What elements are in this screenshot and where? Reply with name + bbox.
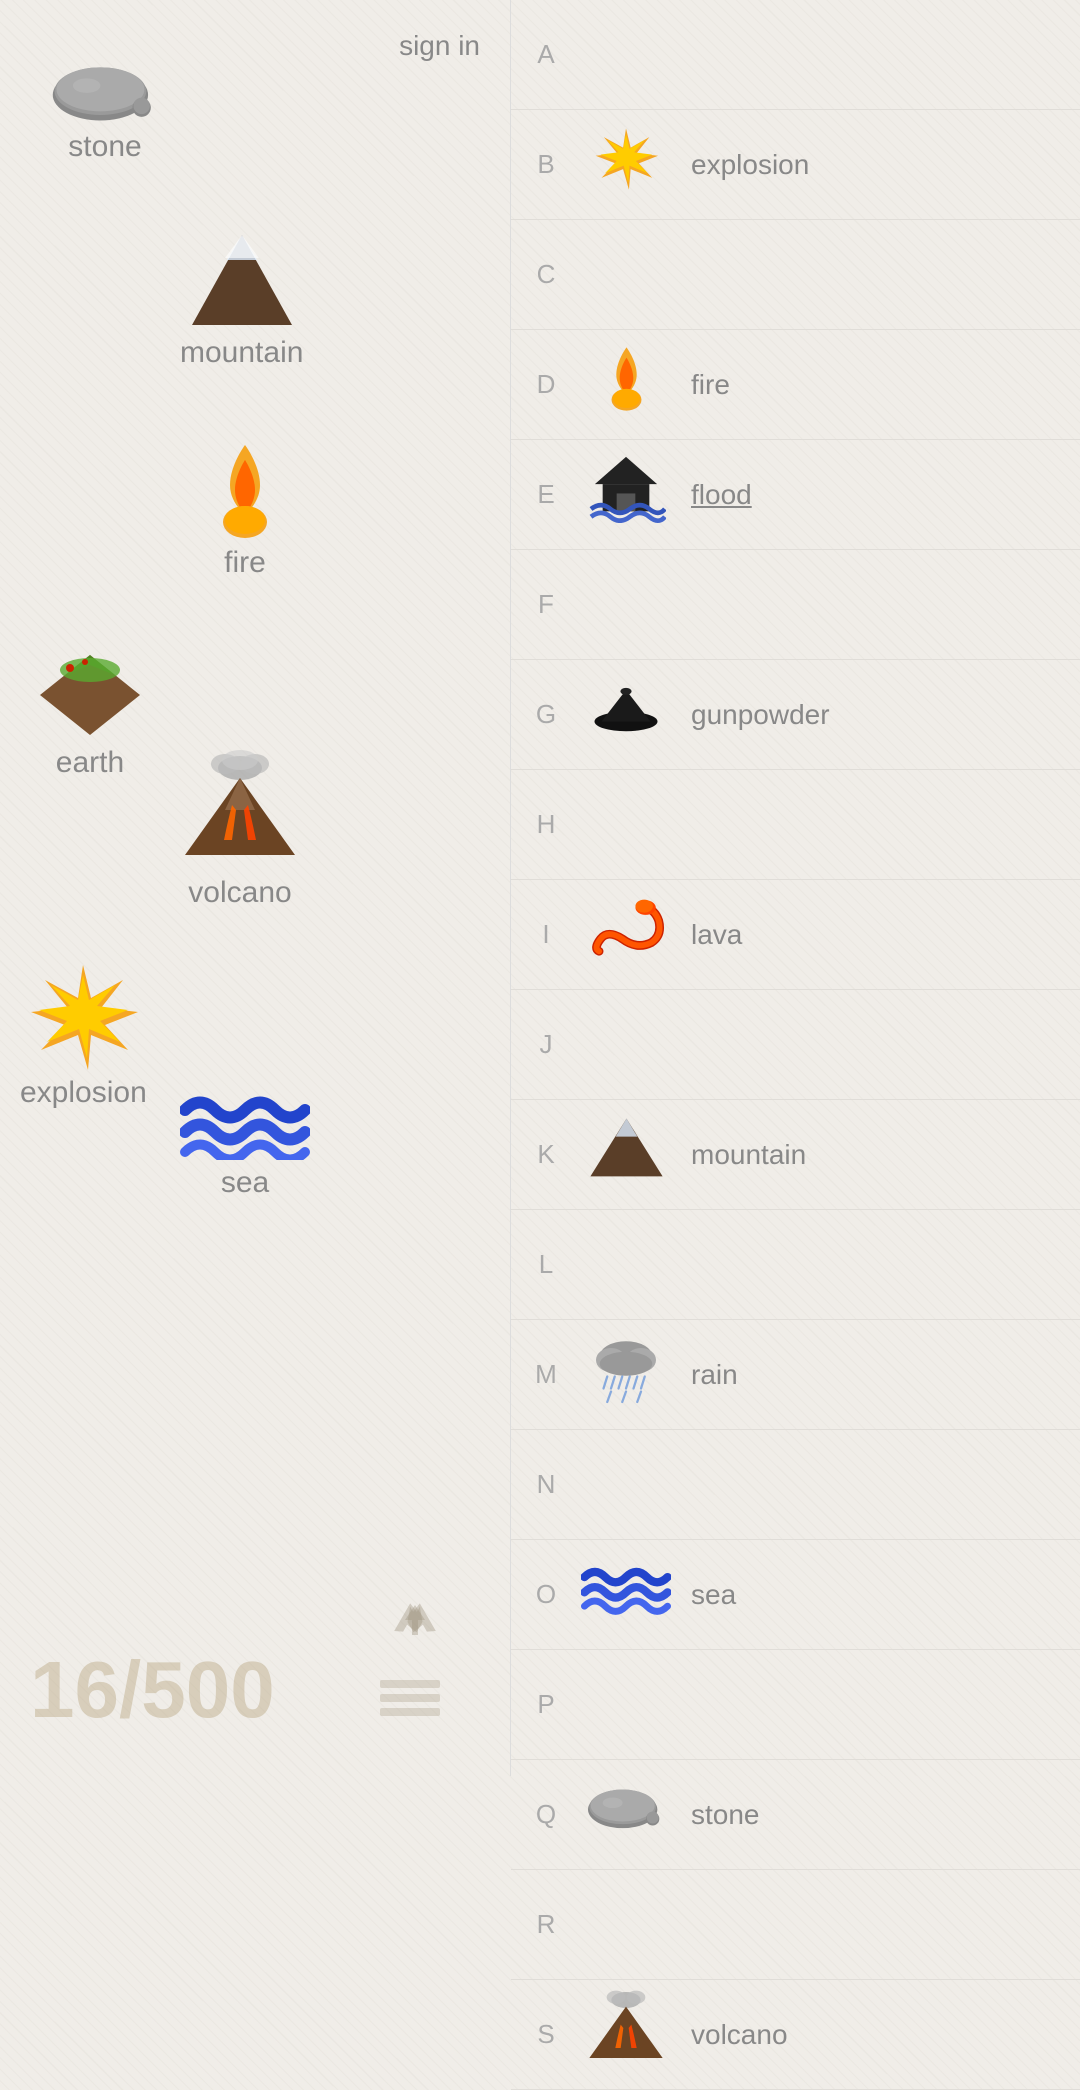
fire-label: fire [224,546,266,580]
icon-i [571,898,681,972]
letter-l: L [521,1249,571,1280]
stone-label: stone [68,130,141,164]
label-q: stone [691,1799,760,1831]
right-panel: A B explosion C D fire [510,0,1080,1776]
left-panel: sign in stone mountain [0,0,510,1776]
list-item-s[interactable]: S volcano [511,1980,1080,2090]
letter-c: C [521,259,571,290]
list-item-k[interactable]: K mountain [511,1100,1080,1210]
icon-d [571,344,681,426]
list-item-f[interactable]: F [511,550,1080,660]
stone-item[interactable]: stone [50,60,160,164]
stone-icon [50,60,160,124]
list-item-n[interactable]: N [511,1430,1080,1540]
letter-j: J [521,1029,571,1060]
letter-o: O [521,1579,571,1610]
letter-g: G [521,699,571,730]
letter-e: E [521,479,571,510]
icon-o [571,1560,681,1629]
sea-item[interactable]: sea [180,1090,310,1200]
letter-i: I [521,919,571,950]
icon-s [571,1988,681,2082]
icon-g [571,680,681,749]
letter-f: F [521,589,571,620]
explosion-item[interactable]: explosion [20,960,147,1110]
list-item-p[interactable]: P [511,1650,1080,1760]
list-item-b[interactable]: B explosion [511,110,1080,220]
list-item-d[interactable]: D fire [511,330,1080,440]
sign-in-button[interactable]: sign in [399,30,480,62]
list-item-q[interactable]: Q stone [511,1760,1080,1870]
letter-h: H [521,809,571,840]
icon-k [571,1115,681,1194]
label-i: lava [691,919,742,951]
explosion-icon [23,960,143,1070]
sign-in-label: sign in [399,30,480,61]
mountain-label: mountain [180,336,303,370]
volcano-label: volcano [188,876,291,910]
label-d: fire [691,369,730,401]
icon-e [571,453,681,537]
list-item-g[interactable]: G gunpowder [511,660,1080,770]
earth-item[interactable]: earth [30,650,150,780]
label-s: volcano [691,2019,788,2051]
list-item-o[interactable]: O sea [511,1540,1080,1650]
letter-s: S [521,2019,571,2050]
list-item-a[interactable]: A [511,0,1080,110]
letter-n: N [521,1469,571,1500]
letter-k: K [521,1139,571,1170]
list-item-e[interactable]: E flood [511,440,1080,550]
letter-r: R [521,1909,571,1940]
letter-d: D [521,369,571,400]
earth-label: earth [56,746,124,780]
label-o: sea [691,1579,736,1611]
list-item-h[interactable]: H [511,770,1080,880]
mountain-icon [187,230,297,330]
recycle-icon [380,1595,450,1665]
menu-lines [380,1680,450,1716]
label-g: gunpowder [691,699,830,731]
fire-item[interactable]: fire [200,440,290,580]
counter-value: 16/500 [30,1645,275,1734]
letter-a: A [521,39,571,70]
progress-counter: 16/500 [30,1644,275,1736]
label-e: flood [691,479,752,511]
explosion-label: explosion [20,1076,147,1110]
list-item-j[interactable]: J [511,990,1080,1100]
volcano-icon [180,750,300,870]
icon-m [571,1330,681,1419]
menu-icon-area[interactable] [380,1595,450,1716]
letter-q: Q [521,1799,571,1830]
sea-icon [180,1090,310,1160]
letter-p: P [521,1689,571,1720]
icon-q [571,1780,681,1849]
list-item-i[interactable]: I lava [511,880,1080,990]
volcano-item[interactable]: volcano [180,750,300,910]
list-item-m[interactable]: M rain [511,1320,1080,1430]
list-item-c[interactable]: C [511,220,1080,330]
list-item-r[interactable]: R [511,1870,1080,1980]
fire-icon [200,440,290,540]
letter-b: B [521,149,571,180]
list-item-l[interactable]: L [511,1210,1080,1320]
label-k: mountain [691,1139,806,1171]
mountain-item[interactable]: mountain [180,230,303,370]
label-b: explosion [691,149,809,181]
icon-b [571,125,681,204]
label-m: rain [691,1359,738,1391]
sea-label: sea [221,1166,269,1200]
earth-icon [30,650,150,740]
letter-m: M [521,1359,571,1390]
